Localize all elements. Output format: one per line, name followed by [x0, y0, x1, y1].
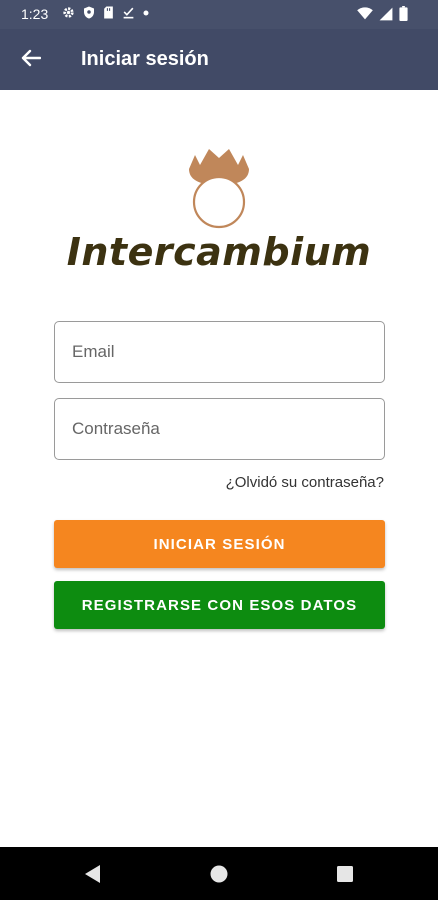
status-icons-left: [62, 6, 149, 19]
forgot-password-link[interactable]: ¿Olvidó su contraseña?: [226, 474, 384, 491]
arrow-left-icon: [21, 49, 42, 72]
dot-icon: [143, 10, 149, 16]
app-bar: Iniciar sesión: [0, 29, 438, 90]
register-button[interactable]: REGISTRARSE CON ESOS DATOS: [54, 581, 385, 629]
navigation-bar: [0, 847, 438, 900]
status-time: 1:23: [21, 6, 49, 22]
back-button[interactable]: [14, 44, 48, 76]
page-title: Iniciar sesión: [81, 48, 209, 70]
email-input[interactable]: [55, 322, 384, 382]
sim-card-icon: [103, 6, 114, 19]
shield-icon: [83, 6, 95, 19]
signal-icon: [379, 7, 393, 21]
wifi-icon: [357, 7, 373, 20]
password-input[interactable]: [55, 399, 384, 459]
password-field[interactable]: [54, 398, 385, 460]
recents-square-icon[interactable]: [334, 863, 356, 885]
home-circle-icon[interactable]: [208, 863, 230, 885]
status-bar: 1:23: [0, 0, 438, 29]
brand-name: Intercambium: [66, 230, 372, 274]
download-done-icon: [122, 6, 135, 19]
battery-icon: [399, 6, 408, 21]
gear-icon: [62, 6, 75, 19]
back-triangle-icon[interactable]: [82, 863, 104, 885]
logo-icon: [186, 145, 252, 231]
status-icons-right: [357, 6, 408, 21]
email-field[interactable]: [54, 321, 385, 383]
login-button[interactable]: INICIAR SESIÓN: [54, 520, 385, 568]
